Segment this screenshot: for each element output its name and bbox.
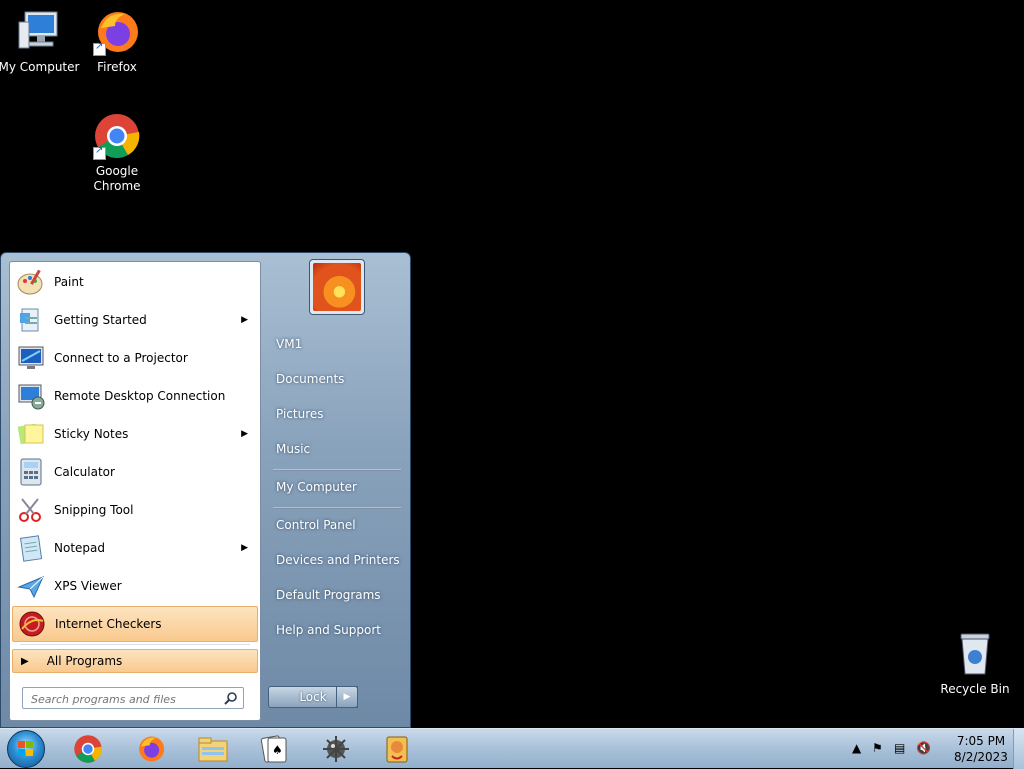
taskbar-firefox-button[interactable] [131, 731, 171, 767]
desktop-label-firefox: Firefox [97, 60, 137, 74]
link-pictures[interactable]: Pictures [276, 407, 324, 421]
triangle-right-icon: ▶ [21, 655, 29, 667]
projector-icon [14, 342, 48, 374]
computer-icon [15, 8, 63, 56]
link-default-programs[interactable]: Default Programs [276, 588, 381, 602]
link-control-panel[interactable]: Control Panel [276, 518, 356, 532]
links-divider [273, 507, 401, 509]
internet-checkers-icon [15, 608, 49, 640]
snipping-tool-icon [14, 494, 48, 526]
remote-desktop-icon [14, 380, 48, 412]
shortcut-arrow-icon [93, 41, 106, 56]
show-desktop-button[interactable] [1013, 729, 1024, 769]
network-icon[interactable]: ▤ [894, 741, 905, 755]
lock-options-arrow-icon[interactable]: ▶ [336, 686, 358, 708]
program-label: Internet Checkers [55, 617, 162, 631]
program-label: XPS Viewer [54, 579, 122, 593]
desktop-label-google-chrome: Google Chrome [93, 164, 141, 193]
desktop-label-recycle-bin: Recycle Bin [940, 682, 1010, 696]
all-programs-label: All Programs [46, 654, 123, 668]
chrome-icon [93, 112, 141, 160]
program-item-snipping-tool[interactable]: Snipping Tool [12, 492, 258, 528]
search-icon [224, 691, 238, 705]
minesweeper-icon [323, 736, 349, 762]
all-programs-button[interactable]: ▶ All Programs [12, 649, 258, 673]
program-item-sticky-notes[interactable]: Sticky Notes ▶ [12, 416, 258, 452]
start-menu: Paint Getting Started ▶ Connect to a Pro… [0, 252, 411, 728]
calculator-icon [14, 456, 48, 488]
svg-text:♠: ♠ [272, 743, 283, 757]
program-label: Getting Started [54, 313, 147, 327]
chrome-icon [74, 735, 102, 763]
start-menu-links-pane: VM1 Documents Pictures Music My Computer… [263, 253, 410, 723]
user-avatar[interactable] [309, 259, 365, 315]
program-item-connect-to-projector[interactable]: Connect to a Projector [12, 340, 258, 376]
action-center-flag-icon[interactable]: ⚑ [872, 741, 883, 755]
program-label: Snipping Tool [54, 503, 134, 517]
link-documents[interactable]: Documents [276, 372, 344, 386]
taskbar-chrome-button[interactable] [68, 731, 108, 767]
desktop-icon-google-chrome[interactable]: Google Chrome [75, 112, 159, 194]
firefox-icon [93, 8, 141, 56]
links-divider [273, 469, 401, 471]
xps-viewer-icon [14, 570, 48, 602]
search-input[interactable] [29, 689, 223, 709]
desktop-icon-firefox[interactable]: Firefox [75, 8, 159, 75]
program-item-paint[interactable]: Paint [12, 264, 258, 300]
taskbar-minesweeper-button[interactable] [316, 731, 356, 767]
clock[interactable]: 7:05 PM 8/2/2023 [946, 733, 1016, 765]
link-my-computer[interactable]: My Computer [276, 480, 357, 494]
desktop-label-my-computer: My Computer [0, 60, 80, 74]
link-devices-printers[interactable]: Devices and Printers [276, 553, 400, 567]
program-label: Sticky Notes [54, 427, 129, 441]
shortcut-arrow-icon [93, 145, 106, 160]
program-item-internet-checkers[interactable]: Internet Checkers [12, 606, 258, 642]
explorer-icon [198, 737, 228, 762]
submenu-arrow-icon: ▶ [241, 315, 248, 325]
recycle-bin-icon [951, 630, 999, 678]
program-item-getting-started[interactable]: Getting Started ▶ [12, 302, 258, 338]
program-item-xps-viewer[interactable]: XPS Viewer [12, 568, 258, 604]
firefox-icon [139, 736, 165, 762]
desktop-icon-my-computer[interactable]: My Computer [0, 8, 81, 75]
program-label: Remote Desktop Connection [54, 389, 226, 403]
clock-date: 8/2/2023 [954, 750, 1008, 764]
notepad-icon [14, 532, 48, 564]
program-label: Connect to a Projector [54, 351, 188, 365]
program-item-remote-desktop[interactable]: Remote Desktop Connection [12, 378, 258, 414]
getting-started-icon [14, 304, 48, 336]
program-label: Calculator [54, 465, 115, 479]
volume-muted-icon[interactable]: 🔇 [916, 741, 931, 755]
taskbar-hearts-button[interactable] [377, 731, 417, 767]
submenu-arrow-icon: ▶ [241, 429, 248, 439]
start-button[interactable] [7, 730, 45, 768]
program-label: Notepad [54, 541, 105, 555]
system-tray: ▲ ⚑ ▤ 🔇 7:05 PM 8/2/2023 [834, 729, 1024, 769]
desktop-icon-recycle-bin[interactable]: Recycle Bin [933, 630, 1017, 697]
clock-time: 7:05 PM [956, 734, 1006, 748]
start-search-box[interactable] [22, 687, 244, 709]
taskbar-solitaire-button[interactable]: ♠ [254, 731, 294, 767]
program-item-calculator[interactable]: Calculator [12, 454, 258, 490]
show-hidden-icons-chevron-icon[interactable]: ▲ [852, 741, 861, 755]
link-user-folder[interactable]: VM1 [276, 337, 302, 351]
taskbar: ♠ ▲ ⚑ ▤ 🔇 7:05 PM 8/2/2023 [0, 728, 1024, 769]
windows-logo-icon [18, 741, 33, 756]
link-music[interactable]: Music [276, 442, 310, 456]
link-help-support[interactable]: Help and Support [276, 623, 381, 637]
start-menu-programs-pane: Paint Getting Started ▶ Connect to a Pro… [9, 261, 261, 721]
flower-picture-icon [313, 263, 361, 311]
taskbar-explorer-button[interactable] [193, 731, 233, 767]
solitaire-icon: ♠ [260, 735, 287, 763]
program-label: Paint [54, 275, 84, 289]
paint-icon [14, 266, 48, 298]
sticky-notes-icon [14, 418, 48, 450]
program-item-notepad[interactable]: Notepad ▶ [12, 530, 258, 566]
programs-divider [20, 644, 250, 645]
submenu-arrow-icon: ▶ [241, 543, 248, 553]
hearts-icon [386, 736, 408, 763]
